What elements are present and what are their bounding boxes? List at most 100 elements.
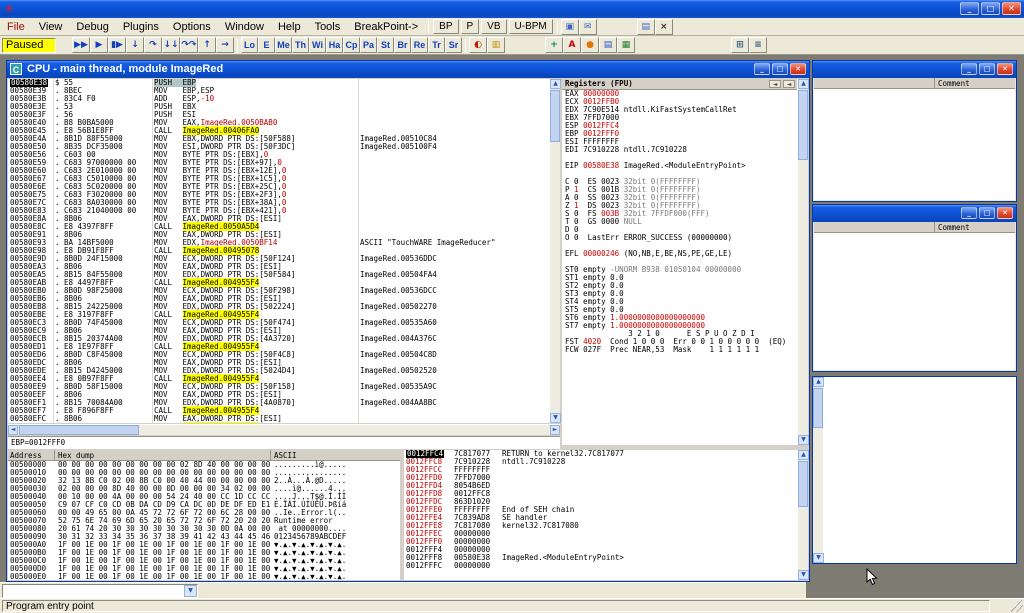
disasm-hscrollbar[interactable]: ◄ ► — [8, 424, 560, 435]
trace-over-button[interactable]: ↷↷ — [180, 37, 198, 53]
minimize-button[interactable]: _ — [754, 63, 770, 75]
grid-icon[interactable]: ▦ — [617, 37, 635, 53]
stack-row[interactable]: 0012FFFC00000000 — [404, 562, 797, 570]
window-shortcut-button[interactable]: Ha — [326, 37, 343, 53]
disassembly-pane[interactable]: 00580E38$55PUSH EBP00580E39.8BECMOV EBP,… — [8, 79, 549, 423]
record-icon[interactable]: ● — [581, 37, 599, 53]
registers-scrollbar[interactable]: ▲ ▼ — [797, 79, 808, 445]
menu-item[interactable]: BreakPoint-> — [347, 20, 425, 34]
scroll-down-icon[interactable]: ▼ — [813, 553, 824, 563]
appearance-icon[interactable]: A — [563, 37, 581, 53]
window-shortcut-button[interactable]: Lo — [241, 37, 258, 53]
scroll-down-icon[interactable]: ▼ — [798, 570, 809, 580]
menu-item[interactable]: Plugins — [116, 20, 166, 34]
add-icon[interactable]: + — [545, 37, 563, 53]
register-line[interactable]: EDI 7C910228 ntdll.7C910228 — [562, 146, 797, 154]
resize-grip[interactable] — [1011, 600, 1023, 612]
menu-item[interactable]: Options — [166, 20, 218, 34]
disasm-row[interactable]: 00580E3B.83C4 F0ADD ESP,-10 — [8, 95, 549, 103]
go-to-button[interactable]: → — [216, 37, 234, 53]
patch-icon[interactable]: ▥ — [487, 37, 505, 53]
list-icon[interactable]: ▤ — [637, 19, 655, 35]
run-button[interactable]: ▶ — [90, 37, 108, 53]
step-into-button[interactable]: ↓ — [126, 37, 144, 53]
minimize-button[interactable]: _ — [961, 63, 977, 75]
regs-next-icon[interactable]: ◄ — [783, 80, 795, 88]
command-combobox[interactable]: ▼ — [2, 584, 198, 598]
scroll-up-icon[interactable]: ▲ — [798, 450, 809, 460]
disasm-row[interactable]: 00580E3E.53PUSH EBX — [8, 103, 549, 111]
execute-till-return-button[interactable]: ↑ — [198, 37, 216, 53]
scroll-right-icon[interactable]: ► — [550, 425, 560, 435]
scroll-left-icon[interactable]: ◄ — [8, 425, 18, 435]
window-shortcut-button[interactable]: Sr — [445, 37, 462, 53]
menu-item[interactable]: Help — [271, 20, 308, 34]
registers-pane[interactable]: Registers (FPU) ◄ ◄ EAX 00000000ECX 0012… — [562, 79, 797, 445]
maximize-button[interactable]: □ — [772, 63, 788, 75]
window-shortcut-button[interactable]: Wi — [309, 37, 326, 53]
menu-toolbar-button[interactable]: U-BPM — [509, 19, 553, 34]
menu-toolbar-button[interactable]: VB — [481, 19, 506, 34]
window-shortcut-button[interactable]: Pa — [360, 37, 377, 53]
close-button[interactable]: ✕ — [997, 63, 1013, 75]
disasm-row[interactable]: 00580E38$55PUSH EBP — [8, 79, 549, 87]
regs-prev-icon[interactable]: ◄ — [769, 80, 781, 88]
menu-item[interactable]: File — [0, 20, 32, 34]
window-shortcut-button[interactable]: Cp — [343, 37, 360, 53]
step-over-button[interactable]: ↷ — [144, 37, 162, 53]
options-icon[interactable]: ▤ — [599, 37, 617, 53]
window-shortcut-button[interactable]: Me — [275, 37, 292, 53]
disasm-scrollbar[interactable]: ▲ ▼ — [549, 79, 560, 423]
scroll-up-icon[interactable]: ▲ — [550, 79, 561, 89]
mail-icon[interactable]: ✉ — [579, 19, 597, 35]
register-line[interactable]: EIP 00580E38 ImageRed.<ModuleEntryPoint> — [562, 162, 797, 170]
scroll-up-icon[interactable]: ▲ — [813, 377, 824, 387]
minimize-button[interactable]: _ — [961, 207, 977, 219]
scroll-thumb[interactable] — [813, 388, 823, 428]
restart-button[interactable]: ▶▶ — [72, 37, 90, 53]
chevron-down-icon[interactable]: ▼ — [184, 585, 197, 597]
window-shortcut-button[interactable]: E — [258, 37, 275, 53]
tile-windows-icon[interactable]: ⊞ — [731, 37, 749, 53]
float-window-content[interactable] — [814, 233, 1015, 381]
maximize-button[interactable]: □ — [979, 207, 995, 219]
dump-pane[interactable]: Address Hex dump ASCII 0050000000 00 00 … — [8, 450, 400, 580]
menu-item[interactable]: Tools — [308, 20, 348, 34]
window-shortcut-button[interactable]: Th — [292, 37, 309, 53]
register-line[interactable]: EFL 00000246 (NO,NB,E,BE,NS,PE,GE,LE) — [562, 250, 797, 258]
pause-button[interactable]: ▮▶ — [108, 37, 126, 53]
trace-into-button[interactable]: ↓↓ — [162, 37, 180, 53]
register-line[interactable]: O 0 LastErr ERROR_SUCCESS (00000000) — [562, 234, 797, 242]
menu-item[interactable]: View — [32, 20, 70, 34]
menu-item[interactable]: Window — [218, 20, 271, 34]
float-window-titlebar[interactable]: _□✕ — [813, 205, 1016, 222]
app-titlebar[interactable]: ✳ _□✕ — [0, 0, 1024, 18]
dump-row[interactable]: 005000E01F 00 1E 00 1F 00 1E 00 1F 00 1E… — [8, 573, 400, 580]
register-line[interactable]: FCW 027F Prec NEAR,53 Mask 1 1 1 1 1 1 — [562, 346, 797, 354]
window-shortcut-button[interactable]: St — [377, 37, 394, 53]
scroll-thumb[interactable] — [550, 90, 560, 142]
window-shortcut-button[interactable]: Re — [411, 37, 428, 53]
minimize-button[interactable]: _ — [960, 2, 979, 15]
scroll-thumb[interactable] — [798, 90, 808, 160]
close-button[interactable]: ✕ — [997, 207, 1013, 219]
scroll-thumb[interactable] — [798, 461, 808, 507]
menu-item[interactable]: Debug — [69, 20, 115, 34]
command-input[interactable] — [4, 586, 182, 596]
close-toolbar-icon[interactable]: × — [655, 19, 673, 35]
scroll-up-icon[interactable]: ▲ — [798, 79, 809, 89]
window-shortcut-button[interactable]: Br — [394, 37, 411, 53]
float-pane-3[interactable]: ▲ ▼ — [812, 376, 1017, 564]
close-button[interactable]: ✕ — [790, 63, 806, 75]
window-icon[interactable]: ▣ — [561, 19, 579, 35]
scroll-down-icon[interactable]: ▼ — [550, 413, 561, 423]
float-window-titlebar[interactable]: _□✕ — [813, 61, 1016, 78]
maximize-button[interactable]: □ — [979, 63, 995, 75]
float-pane-scrollbar[interactable]: ▲ ▼ — [813, 377, 824, 563]
register-line[interactable]: T 0 GS 0000 NULL — [562, 218, 797, 226]
maximize-button[interactable]: □ — [981, 2, 1000, 15]
breakpoint-icon[interactable]: ◐ — [469, 37, 487, 53]
stack-scrollbar[interactable]: ▲ ▼ — [797, 450, 808, 580]
menu-toolbar-button[interactable]: P — [461, 19, 480, 34]
float-window-content[interactable] — [814, 89, 1015, 211]
